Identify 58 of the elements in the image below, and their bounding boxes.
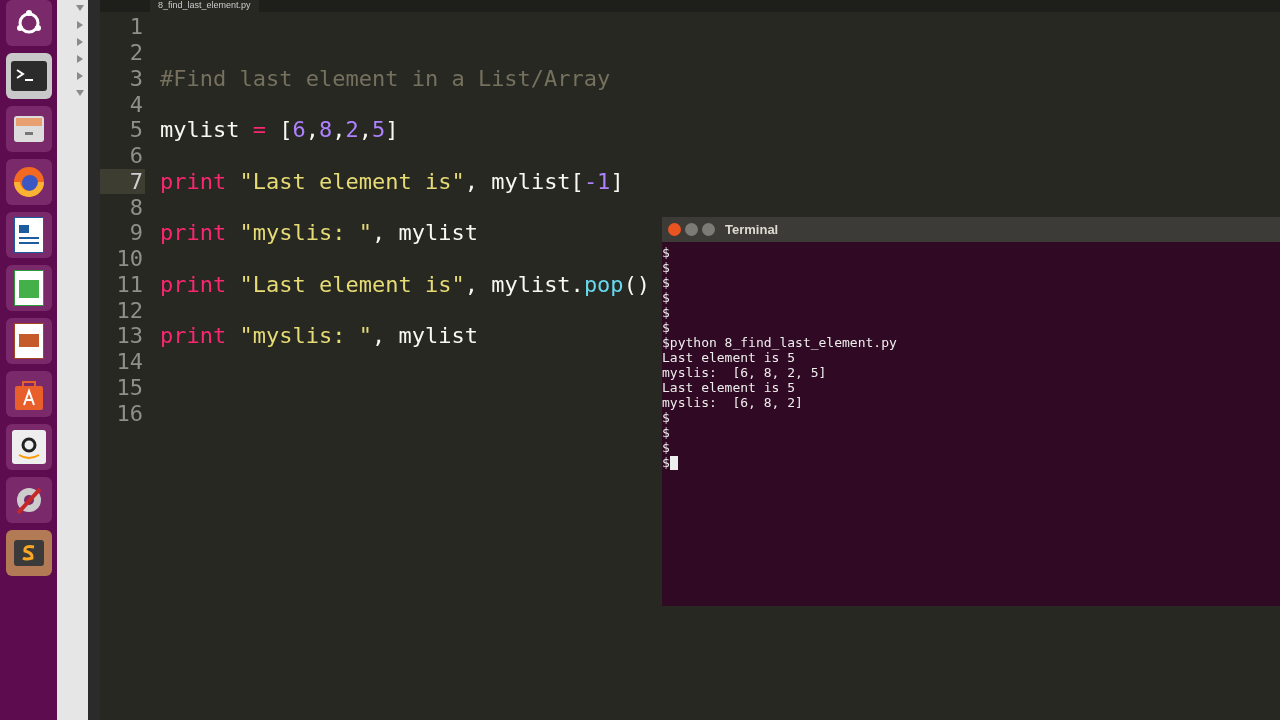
line-number: 6 xyxy=(128,143,144,169)
terminal-line: $ xyxy=(662,320,670,335)
presentation-icon[interactable] xyxy=(5,318,52,364)
expand-arrow-icon[interactable] xyxy=(76,4,84,12)
settings-icon[interactable] xyxy=(5,477,52,523)
spreadsheet-icon[interactable] xyxy=(5,265,52,311)
line-number: 16 xyxy=(115,400,144,426)
terminal-line: $ xyxy=(662,425,670,440)
terminal-line: Last element is 5 xyxy=(662,350,796,365)
line-number: 10 xyxy=(115,246,144,272)
document-icon[interactable] xyxy=(5,212,52,258)
code-line: #Find last element in a List/Array xyxy=(160,64,611,93)
terminal-line: Last element is 5 xyxy=(662,380,796,395)
line-number: 7 xyxy=(100,168,145,194)
line-number: 9 xyxy=(128,220,144,246)
terminal-line: $python 8_find_last_element.py xyxy=(662,335,897,350)
terminal-line: $ xyxy=(662,455,670,470)
close-button[interactable] xyxy=(668,223,681,236)
shopping-bag-icon[interactable] xyxy=(5,371,52,417)
terminal-line: $ xyxy=(662,440,670,455)
code-line: print "myslis: ", mylist xyxy=(160,219,478,248)
terminal-line: $ xyxy=(662,305,670,320)
line-number: 2 xyxy=(128,40,144,66)
collapse-arrow-icon[interactable] xyxy=(76,38,84,46)
window-title: Terminal xyxy=(725,220,779,239)
terminal-icon[interactable] xyxy=(5,53,52,99)
terminal-line: myslis: [6, 8, 2] xyxy=(662,395,803,410)
code-line: mylist = [6,8,2,5] xyxy=(160,116,399,145)
terminal-line: myslis: [6, 8, 2, 5] xyxy=(662,365,827,380)
collapse-arrow-icon[interactable] xyxy=(76,21,84,29)
expand-arrow-icon[interactable] xyxy=(76,89,84,97)
minimize-button[interactable] xyxy=(685,223,698,236)
line-number: 14 xyxy=(115,349,144,375)
text-editor-icon[interactable] xyxy=(5,530,52,576)
line-number: 5 xyxy=(128,117,144,143)
collapse-arrow-icon[interactable] xyxy=(76,55,84,63)
line-number: 3 xyxy=(128,65,144,91)
terminal-line: $ xyxy=(662,275,670,290)
line-number: 12 xyxy=(115,297,144,323)
code-line: print "myslis: ", mylist xyxy=(160,322,478,351)
file-drawer-icon[interactable] xyxy=(5,106,52,152)
code-line: print "Last element is", mylist[-1] xyxy=(160,167,624,196)
line-number: 13 xyxy=(115,323,144,349)
terminal-line: $ xyxy=(662,260,670,275)
text-cursor xyxy=(669,455,678,470)
ubuntu-logo-icon[interactable] xyxy=(5,0,52,46)
terminal-line: $ xyxy=(662,290,670,305)
line-number: 11 xyxy=(115,271,144,297)
maximize-button[interactable] xyxy=(702,223,715,236)
code-line: print "Last element is", mylist.pop() xyxy=(160,270,651,299)
file-tab[interactable]: 8_find_last_element.py xyxy=(150,0,259,12)
terminal-line: $ xyxy=(662,410,670,425)
line-number: 8 xyxy=(128,194,144,220)
collapse-arrow-icon[interactable] xyxy=(76,72,84,80)
terminal-line: $ xyxy=(662,245,670,260)
line-number: 4 xyxy=(128,91,144,117)
line-number: 15 xyxy=(115,374,144,400)
line-number: 1 xyxy=(128,14,144,40)
